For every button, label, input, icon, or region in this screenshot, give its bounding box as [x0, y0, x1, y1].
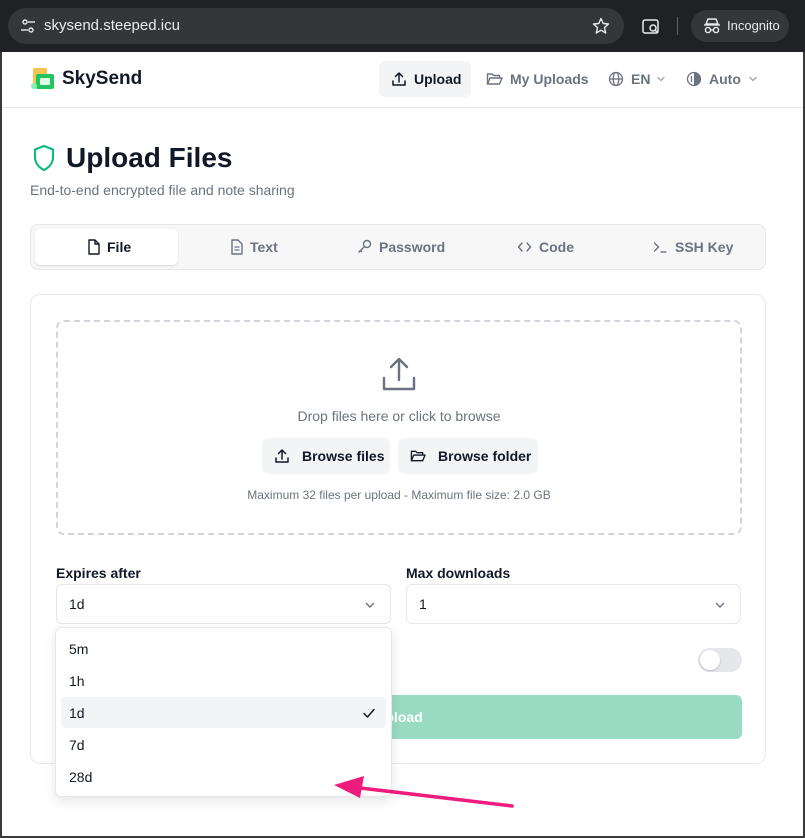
- upload-icon: [382, 357, 416, 391]
- chevron-down-icon: [657, 76, 665, 82]
- theme-auto-icon: [686, 71, 702, 87]
- code-icon: [517, 242, 532, 252]
- incognito-label: Incognito: [727, 18, 780, 33]
- folder-open-icon: [410, 450, 426, 462]
- chevron-down-icon: [365, 602, 375, 608]
- option-label: 28d: [69, 769, 93, 785]
- toggle-knob: [700, 650, 720, 670]
- app-header: SkySend Upload My Uploads EN Auto: [2, 52, 803, 108]
- incognito-indicator[interactable]: Incognito: [691, 10, 789, 42]
- folder-open-icon: [486, 73, 503, 85]
- expires-option-5m[interactable]: 5m: [61, 633, 386, 664]
- page-subtitle: End-to-end encrypted file and note shari…: [30, 182, 295, 198]
- option-label: 1d: [69, 705, 85, 721]
- browser-toolbar: skysend.steeped.icu Incognito: [0, 0, 805, 52]
- tab-file[interactable]: File: [35, 229, 178, 265]
- tab-password[interactable]: Password: [349, 229, 459, 265]
- option-toggle-switch[interactable]: [698, 648, 742, 672]
- option-label: 1h: [69, 673, 85, 689]
- dropzone-text: Drop files here or click to browse: [297, 408, 501, 424]
- brand-name[interactable]: SkySend: [62, 68, 142, 90]
- option-label: 7d: [69, 737, 85, 753]
- tab-code-label: Code: [539, 239, 574, 255]
- site-settings-icon[interactable]: [20, 18, 36, 34]
- max-downloads-value: 1: [419, 596, 427, 612]
- expires-option-7d[interactable]: 7d: [61, 729, 386, 760]
- browse-files-label: Browse files: [302, 448, 385, 464]
- google-lens-icon[interactable]: [641, 17, 661, 37]
- tab-text[interactable]: Text: [221, 229, 321, 265]
- page-title: Upload Files: [66, 142, 233, 173]
- tab-text-label: Text: [250, 239, 278, 255]
- tab-file-label: File: [107, 239, 132, 255]
- upload-limit-text: Maximum 32 files per upload - Maximum fi…: [247, 488, 551, 502]
- content-type-tabs: File Text Password Code SSH Key: [30, 224, 766, 270]
- bookmark-star-icon[interactable]: [592, 17, 610, 35]
- nav-upload-button[interactable]: Upload: [379, 61, 471, 97]
- incognito-icon: [704, 18, 720, 34]
- expires-value: 1d: [69, 596, 85, 612]
- browse-folder-button[interactable]: Browse folder: [398, 438, 538, 474]
- globe-icon: [608, 71, 624, 87]
- max-downloads-select[interactable]: 1: [406, 584, 741, 624]
- upload-icon: [275, 449, 289, 463]
- expires-option-1d[interactable]: 1d: [61, 697, 386, 728]
- nav-my-uploads-label: My Uploads: [510, 71, 589, 87]
- file-dropzone[interactable]: Drop files here or click to browse Brows…: [56, 320, 742, 535]
- tab-ssh-key-label: SSH Key: [675, 239, 734, 255]
- shield-icon: [33, 144, 55, 172]
- checkmark-icon: [363, 708, 375, 718]
- theme-selector[interactable]: Auto: [686, 61, 762, 97]
- tab-password-label: Password: [379, 239, 446, 255]
- theme-label: Auto: [709, 71, 741, 87]
- expires-select[interactable]: 1d: [56, 584, 391, 624]
- upload-icon: [392, 72, 406, 86]
- skysend-logo-icon[interactable]: [30, 66, 56, 92]
- option-label: 5m: [69, 641, 89, 657]
- chevron-down-icon: [715, 602, 725, 608]
- file-icon: [88, 239, 100, 255]
- browse-folder-label: Browse folder: [438, 448, 532, 464]
- url-text[interactable]: skysend.steeped.icu: [44, 17, 180, 34]
- window-border-left: [0, 52, 2, 838]
- chevron-down-icon: [749, 76, 757, 82]
- language-label: EN: [631, 71, 651, 87]
- expires-option-1h[interactable]: 1h: [61, 665, 386, 696]
- terminal-icon: [653, 242, 667, 253]
- annotation-arrow-icon: [334, 776, 514, 808]
- nav-my-uploads-link[interactable]: My Uploads: [486, 61, 596, 97]
- language-selector[interactable]: EN: [608, 61, 670, 97]
- tab-code[interactable]: Code: [509, 229, 589, 265]
- expires-label: Expires after: [56, 565, 141, 581]
- nav-upload-label: Upload: [414, 71, 462, 87]
- address-bar[interactable]: skysend.steeped.icu: [8, 8, 624, 44]
- toolbar-divider: [677, 17, 678, 35]
- key-icon: [358, 239, 372, 253]
- browse-files-button[interactable]: Browse files: [262, 438, 390, 474]
- text-file-icon: [231, 239, 243, 255]
- tab-ssh-key[interactable]: SSH Key: [645, 229, 745, 265]
- max-downloads-label: Max downloads: [406, 565, 511, 581]
